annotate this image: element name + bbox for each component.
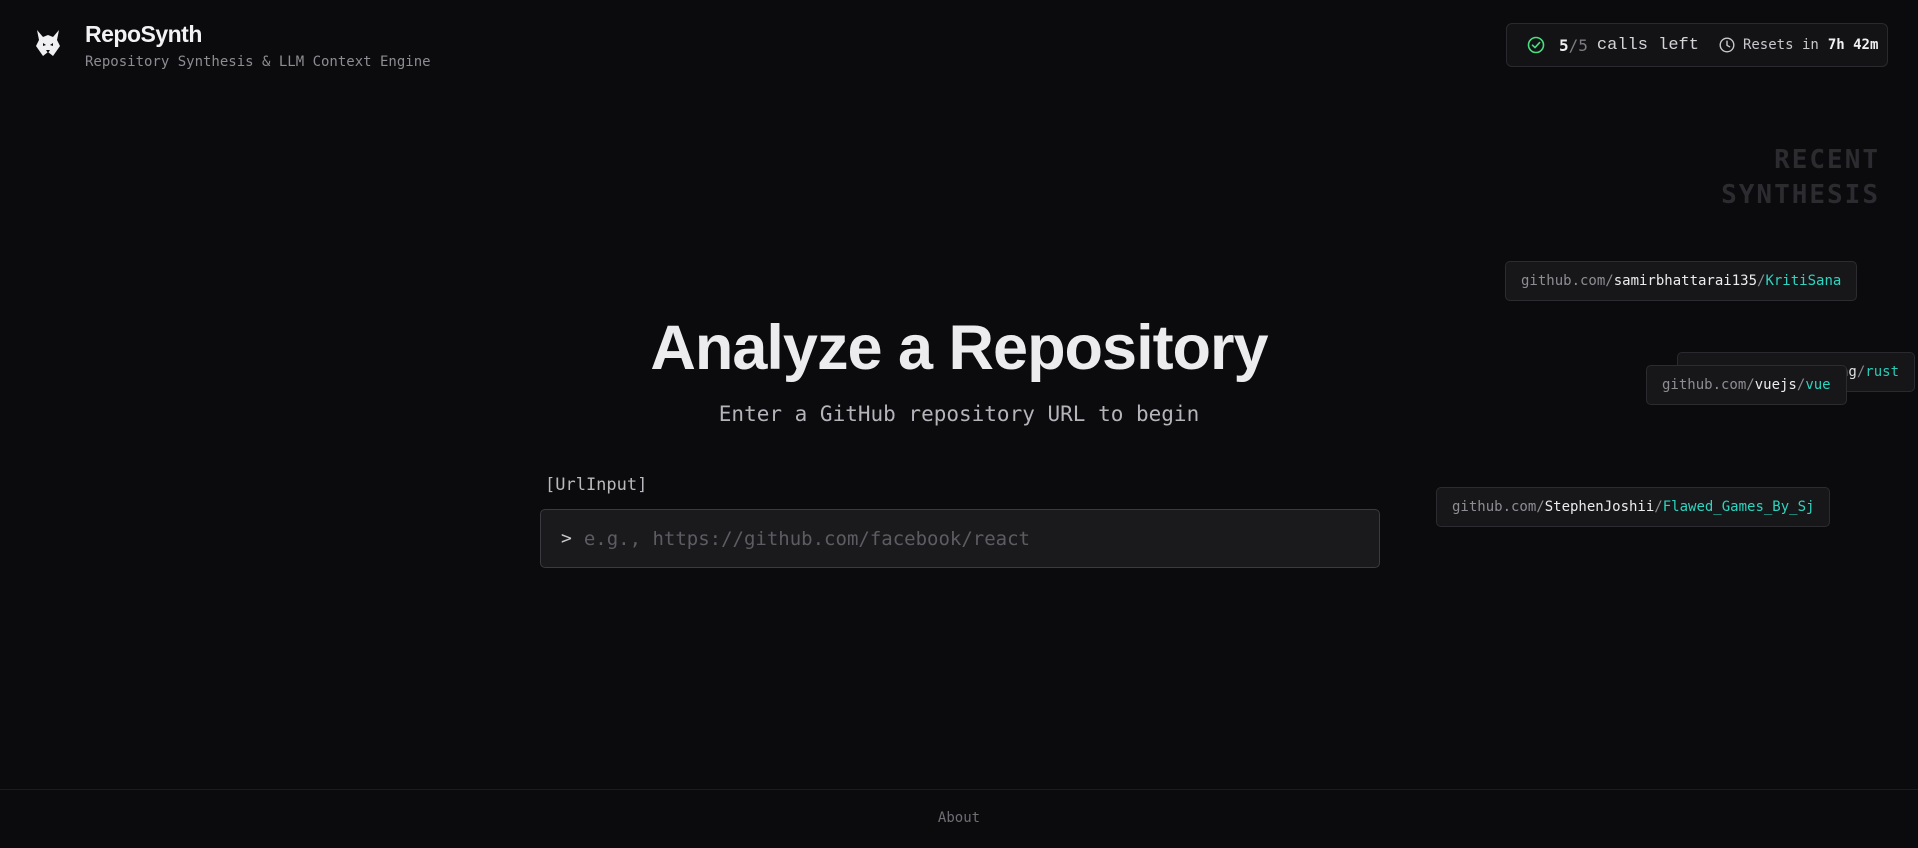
calls-used: 5 [1559, 35, 1569, 55]
calls-separator: / [1568, 35, 1579, 55]
recent-synthesis-heading: RECENT SYNTHESIS [1721, 145, 1880, 210]
calls-total: 5 [1578, 35, 1588, 55]
calls-left-label: calls left [1596, 35, 1699, 55]
resets-time: 7h 42m [1827, 37, 1879, 53]
about-link[interactable]: About [938, 810, 980, 826]
prompt-chevron-icon: > [561, 528, 572, 549]
recent-repo-chip[interactable]: github.com/samirbhattarai135/KritiSana [1505, 261, 1858, 301]
chip-slash: / [1654, 499, 1663, 515]
clock-icon [1719, 37, 1735, 53]
app-subtitle: Repository Synthesis & LLM Context Engin… [85, 54, 431, 70]
wolf-logo-icon[interactable] [34, 28, 62, 58]
check-circle-icon [1527, 36, 1545, 54]
chip-owner: samirbhattarai135 [1613, 273, 1758, 289]
footer: About [0, 789, 1918, 848]
url-input-label: [UrlInput] [545, 475, 648, 495]
chip-repo: KritiSana [1765, 273, 1842, 289]
page-subtitle: Enter a GitHub repository URL to begin [718, 402, 1200, 426]
chip-slash: / [1757, 273, 1766, 289]
chip-host: github.com/ [1521, 273, 1614, 289]
chip-host: github.com/ [1452, 499, 1545, 515]
quota-badge: 5 / 5 calls left Resets in 7h 42m [1506, 23, 1888, 67]
repo-url-input[interactable] [581, 526, 1379, 551]
chip-repo: Flawed_Games_By_Sj [1662, 499, 1815, 515]
url-input-box[interactable]: > [540, 509, 1380, 568]
recent-repo-chip[interactable]: github.com/StephenJoshii / Flawed_Games_By… [1436, 487, 1831, 527]
app-title: RepoSynth [85, 21, 202, 47]
page-title: Analyze a Repository [650, 313, 1268, 383]
resets-label: Resets in [1742, 37, 1819, 53]
chip-owner: StephenJoshii [1544, 499, 1655, 515]
